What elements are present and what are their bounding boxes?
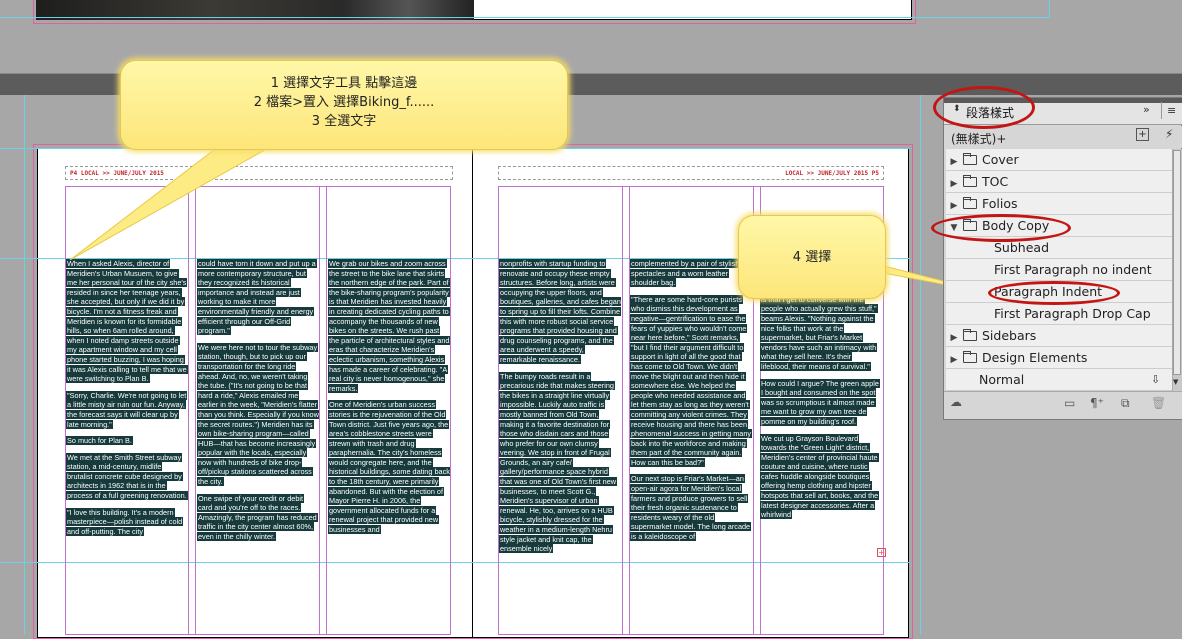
style-item-label: First Paragraph no indent xyxy=(994,262,1152,277)
text-column[interactable]: We grab our bikes and zoom across the st… xyxy=(328,259,450,561)
style-item[interactable]: ▶ Sidebars xyxy=(946,325,1172,347)
selected-paragraph[interactable]: The bumpy roads result in a precarious r… xyxy=(499,371,621,554)
right-folio[interactable]: LOCAL >> JUNE/JULY 2015 P5 xyxy=(498,166,884,180)
scroll-down-icon[interactable]: ▼ xyxy=(1173,378,1178,386)
paragraph-text: One of Meridien's urban success stories … xyxy=(328,400,450,535)
selected-paragraph[interactable]: We were here not to tour the subway stat… xyxy=(197,342,319,487)
folder-icon xyxy=(963,153,977,165)
style-item-label: Normal xyxy=(979,372,1025,387)
bleed-guide xyxy=(33,0,916,24)
style-item[interactable]: ▶ Folios xyxy=(946,193,1172,215)
paragraph-text: The bumpy roads result in a precarious r… xyxy=(499,371,618,554)
current-style-label: (無樣式)+ xyxy=(951,132,1007,146)
text-column[interactable]: complemented by a pair of stylish specta… xyxy=(630,259,752,561)
style-item[interactable]: ▶ Cover xyxy=(946,149,1172,171)
quick-apply-icon[interactable]: ⚡ xyxy=(1165,127,1173,141)
trash-icon[interactable]: 🗑 xyxy=(1151,396,1166,410)
style-item[interactable]: ▶ Design Elements xyxy=(946,347,1172,369)
highlight-paragraph-indent xyxy=(988,281,1120,305)
folder-icon xyxy=(963,197,977,209)
paragraph-text: nonprofits with startup funding to renov… xyxy=(499,259,621,364)
instruction-callout-step4: 4 選擇 xyxy=(738,215,886,299)
callout-line: 1 選擇文字工具 點擊這邊 xyxy=(270,76,418,91)
paragraph-override-icon[interactable]: ¶⁺ xyxy=(1090,396,1104,410)
style-item[interactable]: First Paragraph no indent xyxy=(946,259,1172,281)
folder-icon xyxy=(963,329,977,341)
selected-paragraph[interactable]: One swipe of your credit or debit card a… xyxy=(197,493,319,542)
selected-paragraph[interactable]: When I asked Alexis, director of Meridie… xyxy=(66,259,188,384)
style-item-label: Subhead xyxy=(994,240,1049,255)
callout-line: 3 全選文字 xyxy=(311,114,377,129)
guide-line xyxy=(1049,0,1050,17)
overset-text-icon[interactable]: + xyxy=(877,548,886,557)
paragraph-text: We were here not to tour the subway stat… xyxy=(197,342,319,487)
selected-paragraph[interactable]: "There are some hard-core purists who di… xyxy=(630,294,752,468)
paragraph-text: One swipe of your credit or debit card a… xyxy=(197,493,318,542)
style-item-label: Design Elements xyxy=(982,350,1088,365)
paragraph-text: We grab our bikes and zoom across the st… xyxy=(328,259,450,393)
paragraph-text: complemented by a pair of stylish specta… xyxy=(630,259,741,288)
style-item[interactable]: Normal ⇩ xyxy=(946,369,1172,391)
paragraph-text: We cut up Grayson Boulevard towards the … xyxy=(760,433,880,520)
selected-paragraph[interactable]: complemented by a pair of stylish specta… xyxy=(630,259,752,288)
paragraph-text: So much for Plan B. xyxy=(66,436,133,446)
paragraph-text: Our next stop is Friar's Market—an open-… xyxy=(630,474,752,542)
divider xyxy=(1161,102,1162,119)
selected-paragraph[interactable]: nonprofits with startup funding to renov… xyxy=(499,259,621,365)
default-style-icon: ⇩ xyxy=(1151,373,1161,386)
style-item-label: Folios xyxy=(982,196,1018,211)
disclosure-closed-icon[interactable]: ▶ xyxy=(949,196,959,217)
disclosure-closed-icon[interactable]: ▶ xyxy=(949,328,959,349)
selected-paragraph[interactable]: Our next stop is Friar's Market—an open-… xyxy=(630,474,752,542)
disclosure-closed-icon[interactable]: ▶ xyxy=(949,350,959,371)
selected-paragraph[interactable]: We grab our bikes and zoom across the st… xyxy=(328,259,450,393)
panel-menu-icon[interactable]: ≡ xyxy=(1167,104,1176,117)
callout-line: 2 檔案>置入 選擇Biking_f...... xyxy=(253,95,435,110)
paragraph-text: "I love this building. It's a modern mas… xyxy=(66,507,184,536)
paragraph-text: How could I argue? The green apple I bou… xyxy=(760,378,880,426)
column-guide xyxy=(326,186,327,635)
panel-footer xyxy=(944,391,1182,419)
style-list[interactable]: ▶ Cover ▶ TOC ▶ Folios ▼ Body Copy Subhead First … xyxy=(946,149,1172,391)
style-item[interactable]: First Paragraph Drop Cap xyxy=(946,303,1172,325)
style-item-label: TOC xyxy=(982,174,1009,189)
guide-line xyxy=(0,17,1050,18)
folder-icon xyxy=(963,175,977,187)
guide-line xyxy=(24,95,25,635)
spine xyxy=(472,148,473,638)
paragraph-text: "There are some hard-core purists who di… xyxy=(630,294,752,467)
selected-paragraph[interactable]: So much for Plan B. xyxy=(66,436,188,446)
folder-icon xyxy=(963,351,977,363)
style-item-label: Cover xyxy=(982,152,1019,167)
selected-paragraph[interactable]: How could I argue? The green apple I bou… xyxy=(760,378,882,427)
guide-line xyxy=(920,95,921,635)
highlight-panel-title xyxy=(933,86,1035,129)
text-column[interactable]: nonprofits with startup funding to renov… xyxy=(499,259,621,561)
new-style-icon[interactable]: ⧉ xyxy=(1121,396,1130,411)
cloud-icon[interactable]: ☁ xyxy=(950,395,962,409)
expand-panel-icon[interactable]: » xyxy=(1143,103,1150,116)
selected-paragraph[interactable]: We cut up Grayson Boulevard towards the … xyxy=(760,433,882,520)
column-guide xyxy=(622,186,623,635)
scrollbar-thumb[interactable] xyxy=(1173,150,1181,375)
highlight-body-copy xyxy=(931,214,1071,242)
paragraph-text: We met at the Smith Street subway statio… xyxy=(66,452,188,501)
instruction-callout: 1 選擇文字工具 點擊這邊 2 檔案>置入 選擇Biking_f...... 3… xyxy=(120,60,568,150)
style-item[interactable]: ▶ TOC xyxy=(946,171,1172,193)
text-column[interactable]: When I asked Alexis, director of Meridie… xyxy=(66,259,188,557)
disclosure-closed-icon[interactable]: ▶ xyxy=(949,174,959,195)
new-group-icon[interactable]: ▭ xyxy=(1064,396,1075,410)
selected-paragraph[interactable]: One of Meridien's urban success stories … xyxy=(328,400,450,535)
paragraph-text: When I asked Alexis, director of Meridie… xyxy=(66,259,188,384)
selected-paragraph[interactable]: "Sorry, Charlie. We're not going to let … xyxy=(66,390,188,429)
text-column[interactable]: could have torn it down and put up a mor… xyxy=(197,259,319,557)
selected-paragraph[interactable]: "I love this building. It's a modern mas… xyxy=(66,507,188,537)
paragraph-text: "Sorry, Charlie. We're not going to let … xyxy=(66,390,188,429)
selected-paragraph[interactable]: We met at the Smith Street subway statio… xyxy=(66,452,188,501)
create-style-from-selection-icon[interactable]: + xyxy=(1136,128,1149,141)
disclosure-closed-icon[interactable]: ▶ xyxy=(949,152,959,173)
style-item-label: First Paragraph Drop Cap xyxy=(994,306,1151,321)
style-item-label: Sidebars xyxy=(982,328,1037,343)
